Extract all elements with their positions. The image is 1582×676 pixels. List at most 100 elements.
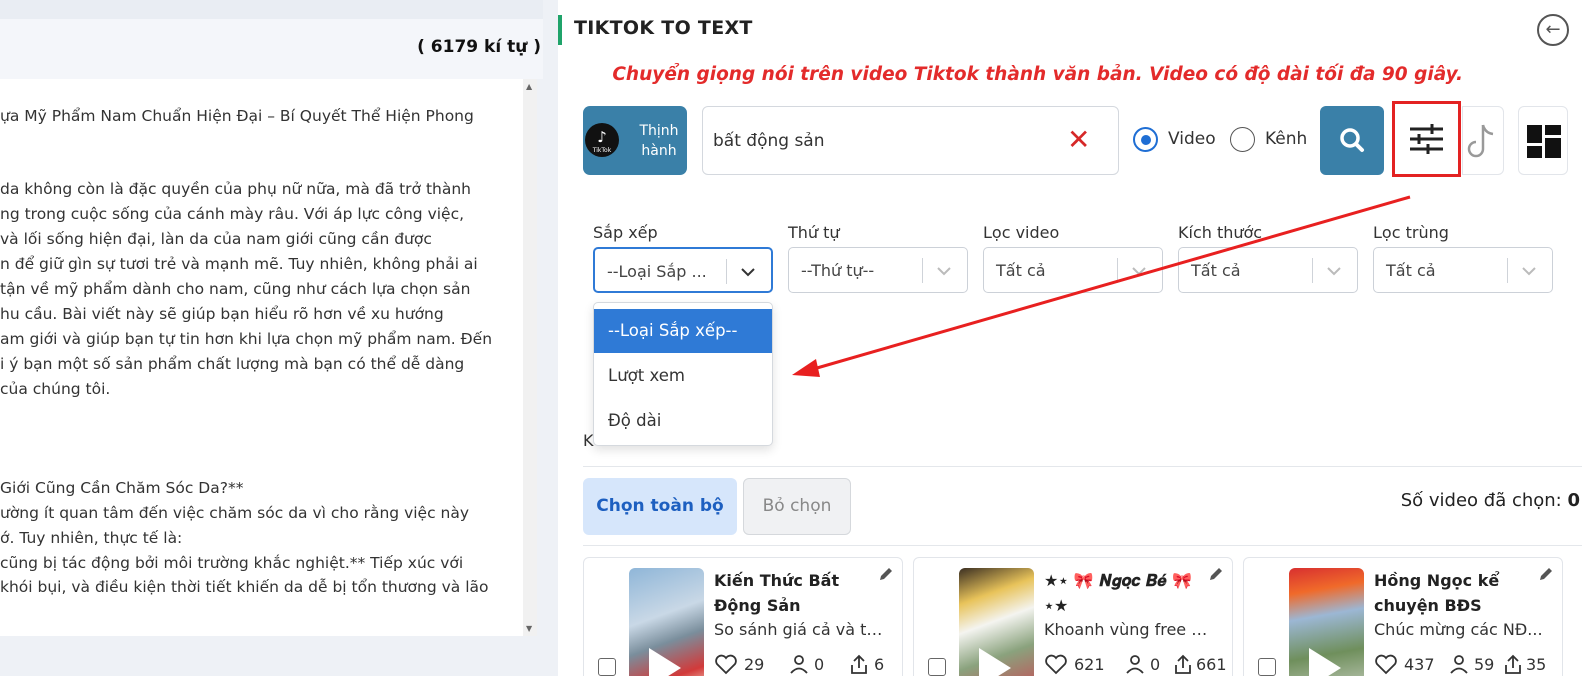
editor-line: ường ít quan tâm đến việc chăm sóc da vì… (0, 504, 470, 522)
video-thumbnail[interactable] (629, 568, 704, 676)
duplicate-filter-select[interactable]: Tất cả (1373, 247, 1553, 293)
left-panel: ( 6179 kí tự ) ựa Mỹ Phẩm Nam Chuẩn Hiện… (0, 0, 545, 676)
page-title: TIKTOK TO TEXT (574, 17, 753, 39)
left-top-strip (0, 0, 543, 19)
editor-line: tận về mỹ phẩm dành cho nam, cũng như cá… (0, 280, 471, 298)
search-button[interactable] (1320, 106, 1384, 175)
search-box: ✕ (702, 106, 1119, 175)
editor-line: và lối sống hiện đại, làn da của nam giớ… (0, 230, 432, 248)
layout-grid-button[interactable] (1518, 106, 1568, 175)
chevron-down-icon (1132, 267, 1146, 276)
tiktok-to-text-panel: TIKTOK TO TEXT ← Chuyển giọng nói trên v… (558, 0, 1582, 676)
dashboard-icon (1527, 125, 1561, 158)
search-icon (1340, 128, 1364, 152)
video-checkbox[interactable] (928, 658, 946, 676)
sliders-icon (1410, 124, 1443, 154)
tiktok-icon (1467, 124, 1494, 158)
order-select[interactable]: --Thứ tự-- (788, 247, 968, 293)
video-title: Hồng Ngọc kể chuyện BĐS (1374, 571, 1500, 615)
share-icon (851, 654, 867, 674)
notice-text: Chuyển giọng nói trên video Tiktok thành… (612, 64, 1463, 85)
scroll-down-icon[interactable]: ▼ (526, 624, 532, 633)
left-header: ( 6179 kí tự ) (0, 19, 543, 79)
chevron-down-icon (741, 268, 755, 277)
arrow-left-icon: ← (1545, 19, 1561, 40)
editor-line: của chúng tôi. (0, 380, 111, 398)
editor-line: cũng bị tác động bởi môi trường khắc ngh… (0, 554, 464, 572)
editor-line: ng trong cuộc sống của cánh mày râu. Với… (0, 205, 465, 223)
editor-line: ựa Mỹ Phẩm Nam Chuẩn Hiện Đại – Bí Quyết… (0, 107, 474, 125)
video-title: ★⋆ 🎀 𝑵𝒈𝒐̣𝒄 𝑩𝒆́ 🎀 ⋆★ (1044, 571, 1193, 615)
chevron-down-icon (937, 267, 951, 276)
video-thumbnail[interactable] (1289, 568, 1364, 676)
size-label: Kích thước (1178, 223, 1263, 242)
dropdown-option-views[interactable]: Lượt xem (594, 354, 772, 398)
radio-dot-icon (1133, 127, 1158, 152)
pencil-icon[interactable] (1538, 566, 1554, 582)
tiktok-mode-button[interactable] (1462, 106, 1504, 175)
filter-settings-button[interactable] (1392, 101, 1461, 177)
heart-icon (1375, 654, 1397, 675)
editor-line: da không còn là đặc quyền của phụ nữ nữa… (0, 180, 471, 198)
video-desc: So sánh giá cả và ti... (714, 620, 884, 639)
video-filter-label: Lọc video (983, 223, 1060, 242)
scroll-up-icon[interactable]: ▲ (526, 82, 532, 91)
video-card[interactable]: Kiến Thức Bất Động Sản So sánh giá cả và… (583, 557, 903, 676)
editor-line: hu cầu. Bài viết này sẽ giúp bạn hiểu rõ… (0, 305, 444, 323)
editor-line: Giới Cũng Cần Chăm Sóc Da?** (0, 479, 244, 497)
text-editor[interactable]: ựa Mỹ Phẩm Nam Chuẩn Hiện Đại – Bí Quyết… (0, 79, 537, 636)
dropdown-option-default[interactable]: --Loại Sắp xếp-- (594, 309, 772, 353)
divider (583, 545, 1582, 546)
video-stats: 621 0 661 (1044, 653, 1232, 676)
pencil-icon[interactable] (878, 566, 894, 582)
sort-select[interactable]: --Loại Sắp ... (593, 247, 773, 293)
user-icon (1126, 655, 1144, 674)
trending-label: Thịnh hành (639, 123, 679, 159)
video-desc: Chúc mừng các NĐ... (1374, 620, 1543, 639)
tiktok-logo-icon: ♪ TikTok (585, 123, 619, 157)
dropdown-option-duration[interactable]: Độ dài (594, 399, 772, 443)
size-select[interactable]: Tất cả (1178, 247, 1358, 293)
title-accent-bar (558, 15, 562, 45)
video-title: Kiến Thức Bất Động Sản (714, 571, 840, 615)
pencil-icon[interactable] (1208, 566, 1224, 582)
video-filter-select[interactable]: Tất cả (983, 247, 1163, 293)
select-all-button[interactable]: Chọn toàn bộ (583, 478, 737, 535)
search-input[interactable] (713, 127, 1053, 155)
char-count: ( 6179 kí tự ) (417, 37, 541, 57)
radio-dot-icon (1230, 127, 1255, 152)
clear-icon[interactable]: ✕ (1067, 124, 1090, 156)
selected-count: Số video đã chọn: 0 (1400, 490, 1580, 511)
share-icon (1175, 654, 1191, 674)
left-bottom-strip (0, 636, 543, 676)
video-stats: 29 0 6 (714, 653, 902, 676)
editor-line: n để giữ gìn sự tươi trẻ và mạnh mẽ. Tuy… (0, 255, 478, 273)
heart-icon (1045, 654, 1067, 675)
duplicate-filter-label: Lọc trùng (1373, 223, 1449, 242)
video-card[interactable]: Hồng Ngọc kể chuyện BĐS Chúc mừng các NĐ… (1243, 557, 1563, 676)
back-button[interactable]: ← (1537, 14, 1569, 46)
trending-button[interactable]: ♪ TikTok Thịnh hành (583, 106, 687, 175)
sort-dropdown-menu: --Loại Sắp xếp-- Lượt xem Độ dài (593, 302, 773, 446)
video-checkbox[interactable] (1258, 658, 1276, 676)
play-icon (979, 648, 1011, 676)
editor-line: i ý bạn một số sản phẩm chất lượng mà bạ… (0, 355, 465, 373)
partial-label: K (583, 431, 594, 450)
play-icon (1309, 648, 1341, 676)
play-icon (649, 648, 681, 676)
editor-scrollbar[interactable]: ▲ ▼ (523, 79, 537, 636)
sort-label: Sắp xếp (593, 223, 658, 242)
video-thumbnail[interactable] (959, 568, 1034, 676)
editor-line: ớ. Tuy nhiên, thực tế là: (0, 529, 183, 547)
chevron-down-icon (1522, 267, 1536, 276)
order-label: Thứ tự (788, 223, 840, 242)
chevron-down-icon (1327, 267, 1341, 276)
video-card[interactable]: ★⋆ 🎀 𝑵𝒈𝒐̣𝒄 𝑩𝒆́ 🎀 ⋆★ Khoanh vùng free c..… (913, 557, 1233, 676)
deselect-button[interactable]: Bỏ chọn (743, 478, 851, 535)
video-checkbox[interactable] (598, 658, 616, 676)
heart-icon (715, 654, 737, 675)
editor-line: am giới và giúp bạn tự tin hơn khi lựa c… (0, 330, 493, 348)
divider (583, 466, 1582, 467)
editor-line: khói bụi, và điều kiện thời tiết khiến d… (0, 578, 489, 596)
share-icon (1505, 654, 1521, 674)
